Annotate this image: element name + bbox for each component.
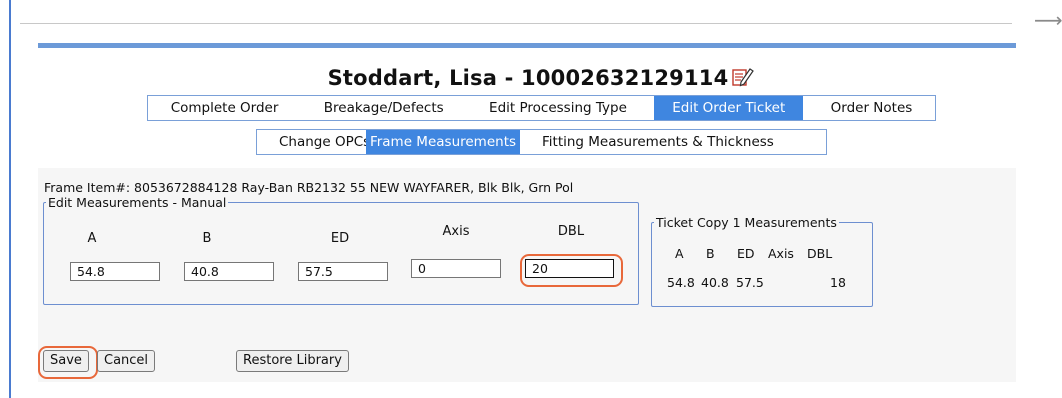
ticket-copy-legend: Ticket Copy 1 Measurements	[656, 215, 837, 230]
ticket-col-b: B	[706, 246, 715, 261]
edit-measurements-group: Edit Measurements - Manual	[43, 195, 639, 305]
a-measurement-input[interactable]	[70, 262, 160, 281]
arrow-right-icon[interactable]: ⟶	[1034, 10, 1062, 30]
tab-breakage-defects[interactable]: Breakage/Defects	[306, 96, 462, 120]
tab-order-notes[interactable]: Order Notes	[813, 96, 931, 120]
page-title: Stoddart, Lisa - 10002632129114	[0, 66, 1062, 92]
order-tabs: Complete Order Breakage/Defects Edit Pro…	[147, 95, 936, 121]
ticket-col-axis: Axis	[768, 246, 794, 261]
save-button[interactable]: Save	[43, 350, 89, 372]
cancel-button[interactable]: Cancel	[97, 350, 156, 372]
ticket-col-dbl: DBL	[807, 246, 833, 261]
tab-edit-processing-type[interactable]: Edit Processing Type	[471, 96, 645, 120]
ticket-copy-group: Ticket Copy 1 Measurements	[651, 215, 873, 307]
col-header-ed: ED	[330, 231, 350, 246]
frame-item-info: Frame Item#: 8053672884128 Ray-Ban RB213…	[44, 180, 574, 195]
ticket-value-a: 54.8	[667, 275, 695, 290]
header-bar	[38, 43, 1016, 48]
tab-frame-measurements[interactable]: Frame Measurements	[366, 130, 520, 154]
ticket-value-dbl: 18	[830, 275, 846, 290]
page-title-text: Stoddart, Lisa - 10002632129114	[327, 66, 729, 90]
ticket-value-ed: 57.5	[736, 275, 764, 290]
ticket-col-ed: ED	[737, 246, 755, 261]
axis-measurement-input[interactable]	[411, 259, 501, 278]
col-header-axis: Axis	[442, 224, 470, 239]
tab-fitting-measurements[interactable]: Fitting Measurements & Thickness	[520, 130, 774, 154]
edit-pencil-icon[interactable]	[732, 67, 755, 92]
tab-change-opcs[interactable]: Change OPCs	[257, 130, 370, 154]
col-header-a: A	[87, 231, 97, 246]
edit-measurements-legend: Edit Measurements - Manual	[48, 195, 227, 210]
col-header-b: B	[202, 231, 212, 246]
dbl-measurement-input[interactable]	[525, 259, 614, 278]
tab-edit-order-ticket[interactable]: Edit Order Ticket	[654, 96, 804, 120]
top-divider	[20, 23, 1012, 24]
b-measurement-input[interactable]	[184, 262, 274, 281]
ticket-value-b: 40.8	[701, 275, 729, 290]
col-header-dbl: DBL	[557, 224, 585, 239]
tab-complete-order[interactable]: Complete Order	[153, 96, 297, 120]
restore-library-button[interactable]: Restore Library	[236, 350, 349, 372]
ed-measurement-input[interactable]	[298, 262, 388, 281]
ticket-col-a: A	[675, 246, 684, 261]
left-rule	[9, 0, 11, 398]
ticket-subtabs: Change OPCs Frame Measurements Fitting M…	[256, 129, 827, 155]
